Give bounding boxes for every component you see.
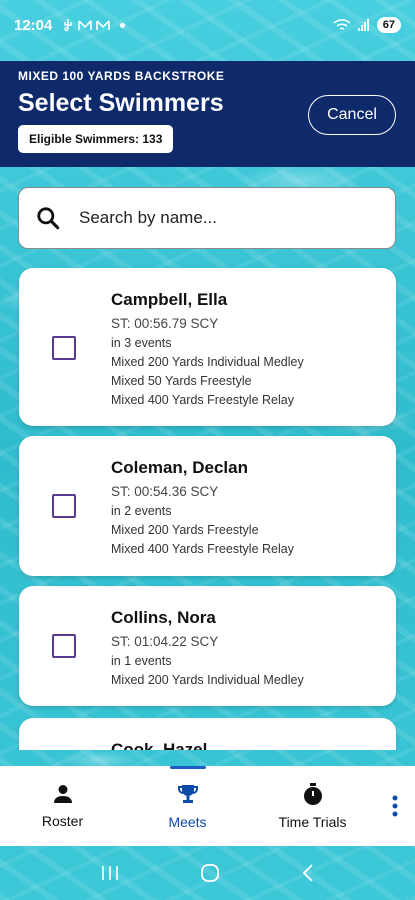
page-header: MIXED 100 YARDS BACKSTROKE Select Swimme…: [0, 61, 415, 167]
nav-meets[interactable]: Meets: [125, 766, 250, 846]
battery-indicator: 67: [376, 17, 401, 33]
seed-time: ST: 00:56.79 SCY: [111, 316, 219, 331]
mail-icon-2: [96, 20, 111, 30]
event-line: Mixed 50 Yards Freestyle: [111, 374, 252, 388]
nav-roster[interactable]: Roster: [0, 766, 125, 846]
eligible-swimmers-badge: Eligible Swimmers: 133: [18, 125, 174, 153]
event-line: Mixed 200 Yards Freestyle: [111, 523, 259, 537]
event-line: Mixed 200 Yards Individual Medley: [111, 673, 304, 687]
event-count: in 3 events: [111, 336, 172, 350]
trophy-icon: [177, 785, 198, 803]
search-input[interactable]: [79, 208, 395, 228]
wifi-icon: [333, 19, 351, 30]
swimmer-checkbox[interactable]: [52, 494, 76, 518]
signal-icon: [357, 19, 369, 31]
swimmer-card[interactable]: Cook, Hazel: [19, 718, 396, 750]
search-box[interactable]: [18, 187, 396, 249]
dot-icon: [120, 22, 126, 28]
swimmer-card[interactable]: Coleman, Declan ST: 00:54.36 SCY in 2 ev…: [19, 436, 396, 576]
event-line: Mixed 400 Yards Freestyle Relay: [111, 542, 294, 556]
swimmer-checkbox[interactable]: [52, 634, 76, 658]
back-icon[interactable]: [301, 863, 315, 883]
swimmer-checkbox[interactable]: [52, 336, 76, 360]
mail-icon: [78, 20, 93, 30]
status-time: 12:04: [14, 16, 53, 34]
seed-time: ST: 01:04.22 SCY: [111, 634, 219, 649]
more-options-button[interactable]: [375, 766, 415, 846]
usb-icon: [64, 19, 73, 32]
swimmer-name: Cook, Hazel: [111, 740, 208, 750]
status-bar: 12:04 67: [0, 0, 415, 50]
event-line: Mixed 400 Yards Freestyle Relay: [111, 393, 294, 407]
nav-meets-label: Meets: [168, 814, 207, 830]
notification-icons: [62, 18, 126, 32]
seed-time: ST: 00:54.36 SCY: [111, 484, 219, 499]
cancel-button[interactable]: Cancel: [308, 95, 396, 135]
swimmer-card[interactable]: Collins, Nora ST: 01:04.22 SCY in 1 even…: [19, 586, 396, 706]
home-icon[interactable]: [199, 862, 221, 884]
swimmer-list[interactable]: Campbell, Ella ST: 00:56.79 SCY in 3 eve…: [0, 262, 415, 750]
nav-time-trials-label: Time Trials: [278, 814, 347, 830]
event-count: in 2 events: [111, 504, 172, 518]
more-vert-icon: [392, 795, 398, 817]
swimmer-name: Collins, Nora: [111, 608, 216, 627]
nav-roster-label: Roster: [41, 813, 84, 829]
person-icon: [53, 785, 72, 803]
swimmer-card[interactable]: Campbell, Ella ST: 00:56.79 SCY in 3 eve…: [19, 268, 396, 426]
system-navigation: [0, 846, 415, 900]
swimmer-name: Coleman, Declan: [111, 458, 248, 477]
search-icon: [37, 207, 60, 230]
swimmer-name: Campbell, Ella: [111, 290, 228, 309]
bottom-navigation: Roster Meets Time Trials: [0, 766, 415, 846]
nav-time-trials[interactable]: Time Trials: [250, 766, 375, 846]
event-name: MIXED 100 YARDS BACKSTROKE: [18, 69, 225, 83]
event-line: Mixed 200 Yards Individual Medley: [111, 355, 304, 369]
event-count: in 1 events: [111, 654, 172, 668]
recent-apps-icon[interactable]: [100, 864, 120, 882]
stopwatch-icon: [303, 783, 322, 805]
